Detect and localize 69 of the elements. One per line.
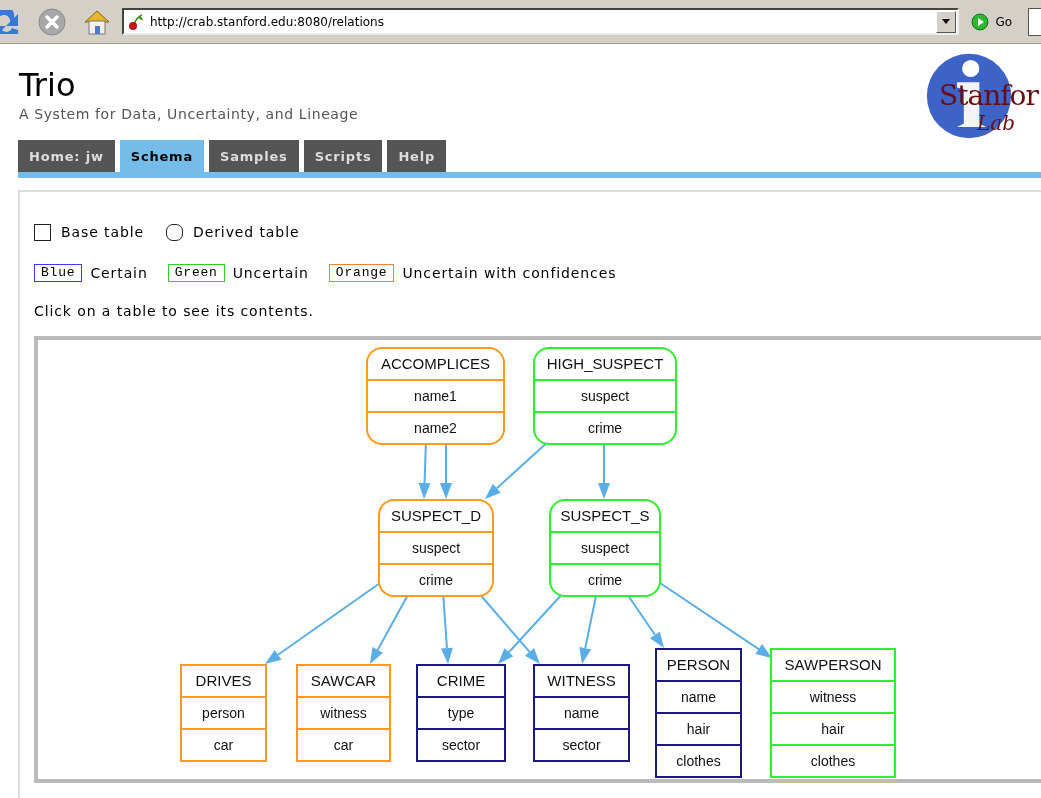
table-node[interactable]: CRIME type sector <box>416 664 506 762</box>
table-field: name2 <box>368 411 503 443</box>
table-field: witness <box>298 696 389 728</box>
table-name: HIGH_SUSPECT <box>545 354 665 374</box>
site-subtitle: A System for Data, Uncertainty, and Lineage <box>19 106 359 122</box>
table-field: suspect <box>380 531 492 563</box>
table-node[interactable]: PERSON name hair clothes <box>655 648 742 778</box>
legend-label: Base table <box>61 224 144 240</box>
table-field: crime <box>535 411 675 443</box>
table-field: suspect <box>551 531 659 563</box>
table-node[interactable]: SAWCAR witness car <box>296 664 391 762</box>
legend-label: Uncertain with confidences <box>402 265 617 281</box>
cherry-icon <box>128 13 144 30</box>
table-name: DRIVES <box>194 671 253 691</box>
table-field: crime <box>551 563 659 595</box>
nav-tab[interactable]: Samples <box>209 140 299 172</box>
table-field: name <box>657 680 740 712</box>
dropdown-button[interactable] <box>935 10 956 33</box>
hint-text: Click on a table to see its contents. <box>34 303 315 319</box>
legend-label: Uncertain <box>232 265 309 281</box>
color-key: Orange <box>328 264 395 282</box>
square-icon <box>34 223 51 241</box>
toolbar-field[interactable] <box>1028 7 1041 36</box>
color-key: Green <box>167 264 225 282</box>
table-field: car <box>182 728 265 760</box>
refresh-icon[interactable] <box>0 9 20 34</box>
table-name: CRIME <box>435 671 487 691</box>
table-name: SAWPERSON <box>783 655 883 675</box>
play-icon <box>970 12 989 31</box>
table-field: hair <box>772 712 894 744</box>
legend-label: Derived table <box>193 224 300 240</box>
site-title: Trio <box>19 66 77 104</box>
table-field: car <box>298 728 389 760</box>
nav-tab[interactable]: Schema <box>119 140 205 172</box>
table-node[interactable]: SAWPERSON witness hair clothes <box>770 648 896 778</box>
table-name: WITNESS <box>546 671 617 691</box>
stop-icon[interactable] <box>38 7 66 36</box>
table-name: ACCOMPLICES <box>379 354 492 374</box>
table-node[interactable]: HIGH_SUSPECT suspect crime <box>533 347 677 445</box>
table-field: name1 <box>368 379 503 411</box>
table-field: crime <box>380 563 492 595</box>
table-node[interactable]: SUSPECT_D suspect crime <box>378 499 494 597</box>
table-field: person <box>182 696 265 728</box>
nav-tab[interactable]: Help <box>387 140 447 172</box>
caret-icon <box>941 19 950 24</box>
table-name: SUSPECT_S <box>559 506 651 526</box>
table-field: sector <box>418 728 504 760</box>
table-field: type <box>418 696 504 728</box>
table-name: SAWCAR <box>309 671 378 691</box>
url-text: http://crab.stanford.edu:8080/relations <box>150 14 385 29</box>
table-field: witness <box>772 680 894 712</box>
go-button[interactable]: Go <box>970 12 1013 31</box>
table-name: SUSPECT_D <box>390 506 482 526</box>
nav-tab[interactable]: Home: jw <box>18 140 115 172</box>
table-field: clothes <box>772 744 894 776</box>
legend-label: Certain <box>90 265 148 281</box>
table-field: suspect <box>535 379 675 411</box>
table-node[interactable]: WITNESS name sector <box>533 664 630 762</box>
address-field[interactable]: http://crab.stanford.edu:8080/relations <box>122 8 959 35</box>
table-field: name <box>535 696 628 728</box>
table-node[interactable]: ACCOMPLICES name1 name2 <box>366 347 505 445</box>
table-node[interactable]: SUSPECT_S suspect crime <box>549 499 661 597</box>
nav-tab[interactable]: Scripts <box>303 140 383 172</box>
table-name: PERSON <box>665 655 732 675</box>
color-key: Blue <box>34 264 83 282</box>
table-field: sector <box>535 728 628 760</box>
table-node[interactable]: DRIVES person car <box>180 664 267 762</box>
table-field: hair <box>657 712 740 744</box>
table-field: clothes <box>657 744 740 776</box>
